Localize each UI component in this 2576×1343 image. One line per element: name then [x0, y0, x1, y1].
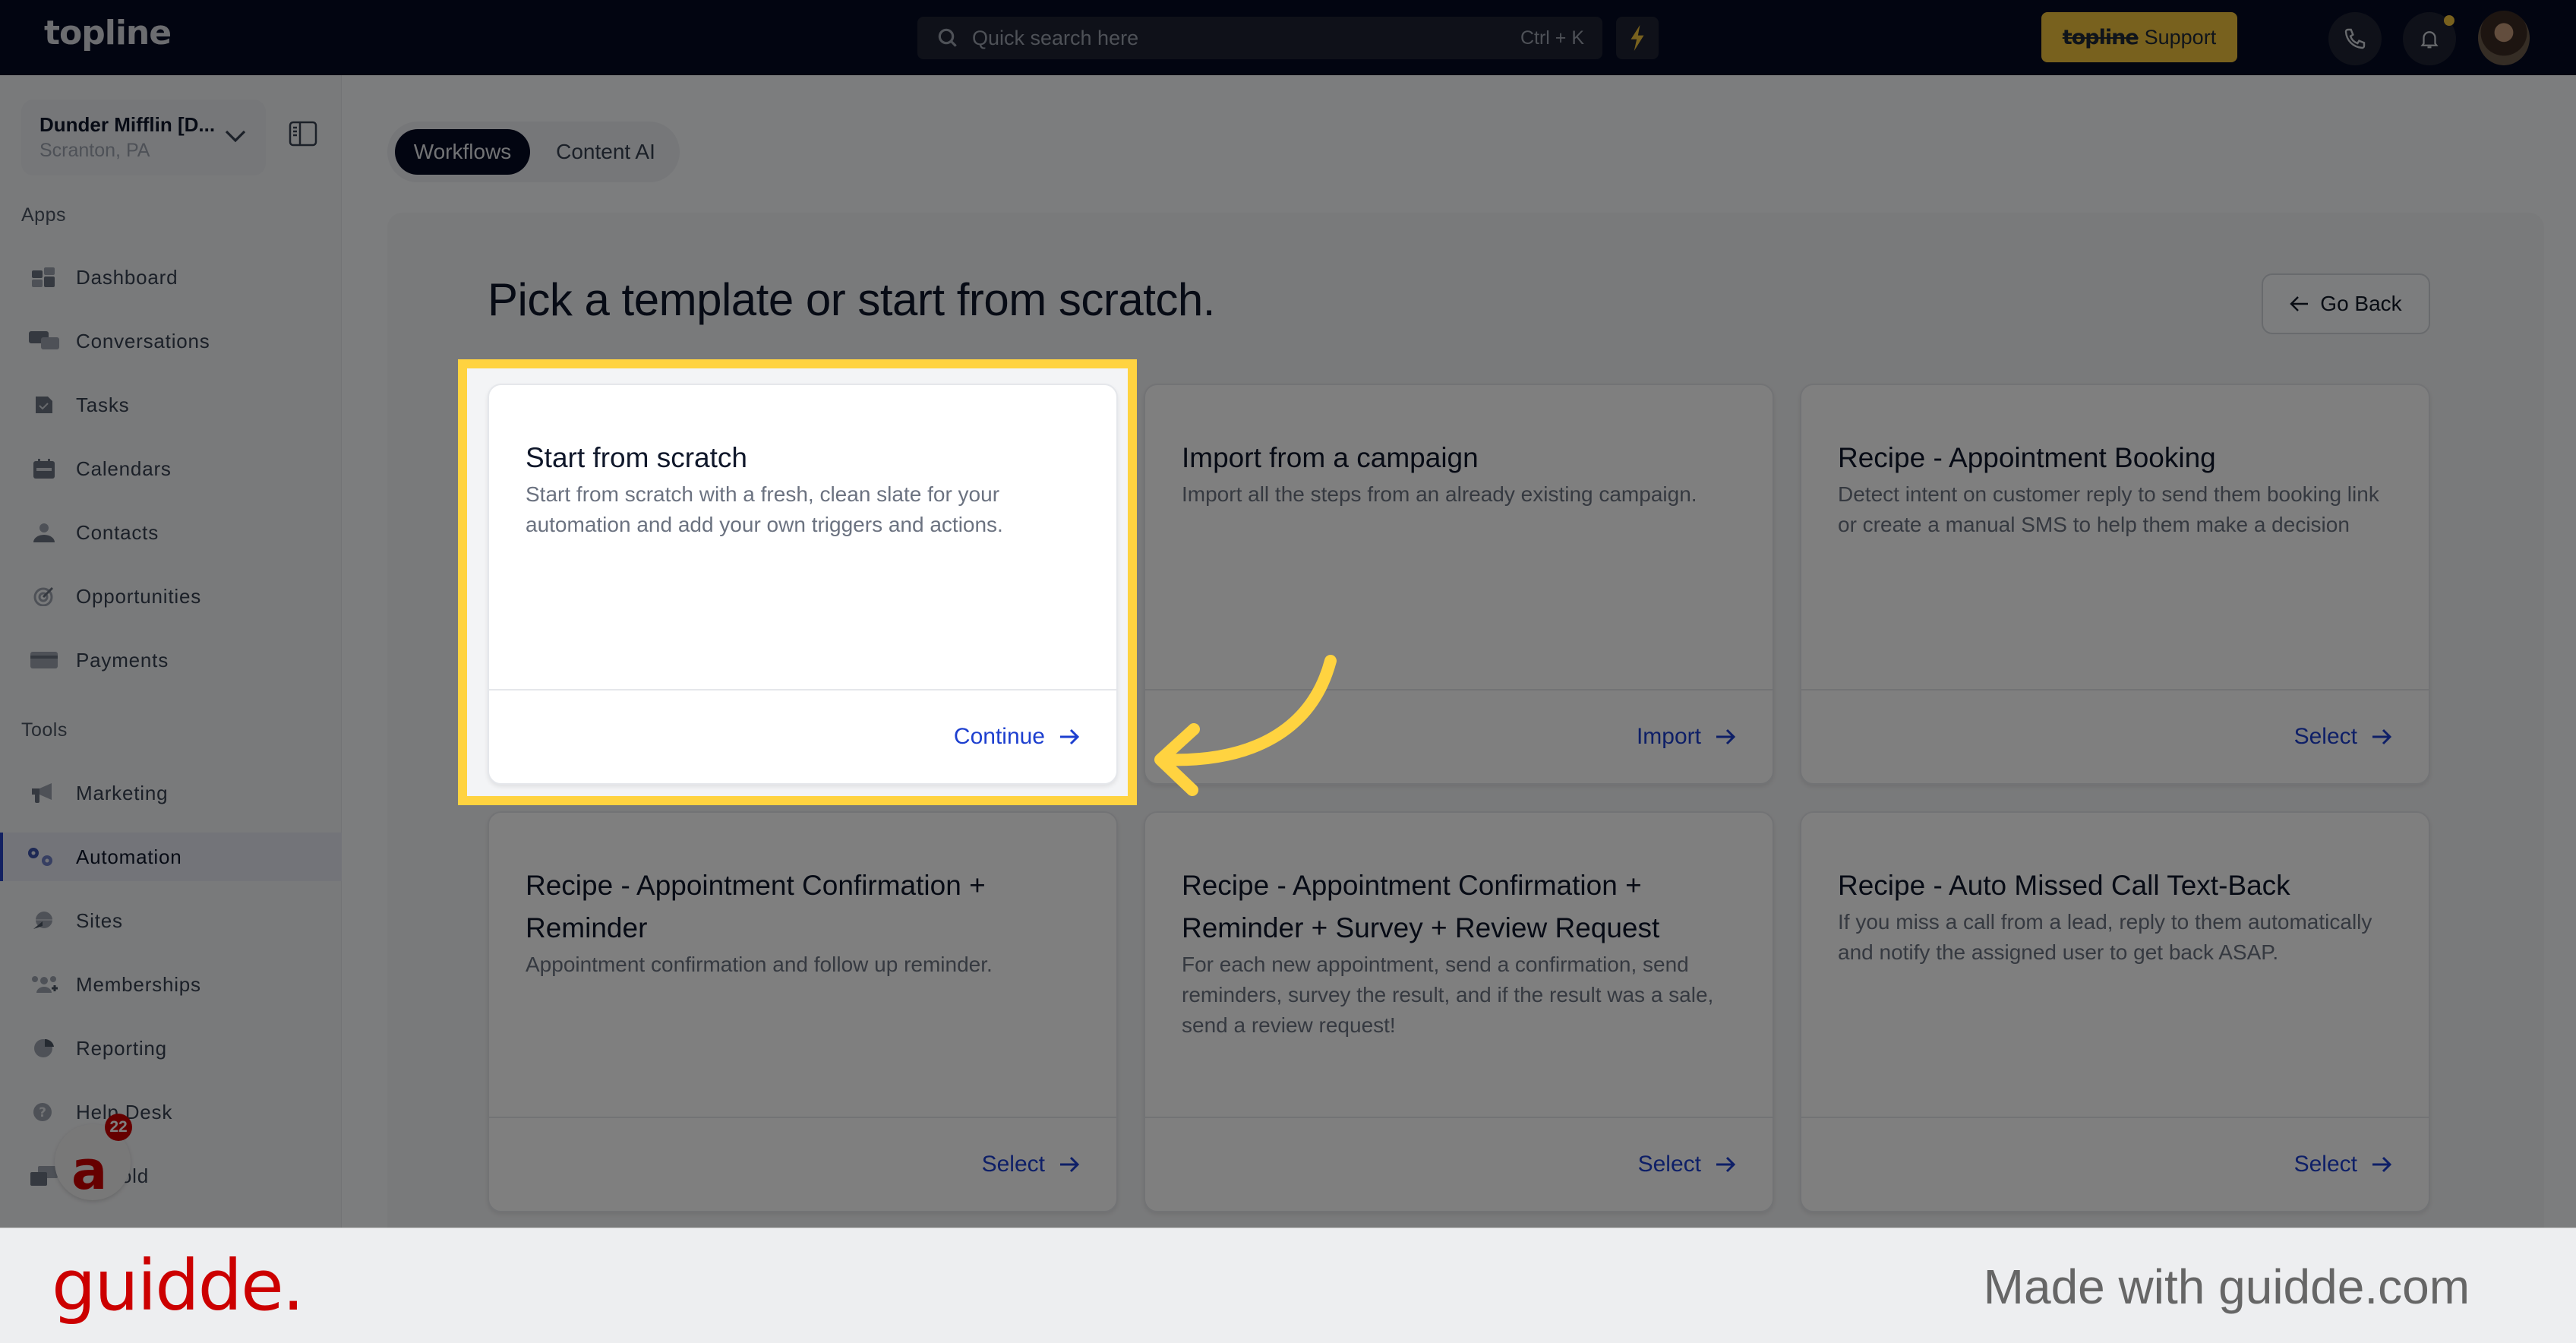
- dim-overlay: [0, 359, 458, 805]
- guidde-footer: guidde. Made with guidde.com: [0, 1228, 2576, 1343]
- made-with-text: Made with guidde.com: [1983, 1259, 2470, 1314]
- highlight-box: [458, 359, 1137, 805]
- dim-overlay: [0, 0, 2576, 359]
- dim-overlay: [0, 805, 2576, 1228]
- app: topline Quick search here Ctrl + K topli…: [0, 0, 2576, 1228]
- dim-overlay: [1137, 359, 2576, 805]
- pointer-arrow-icon: [1154, 655, 1337, 796]
- guidde-logo: guidde.: [52, 1245, 305, 1326]
